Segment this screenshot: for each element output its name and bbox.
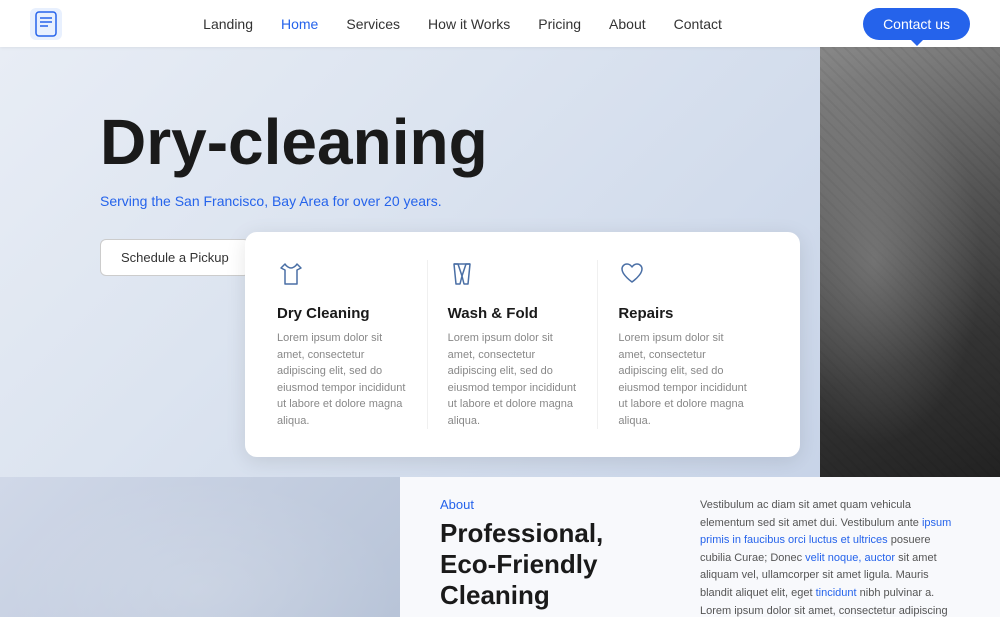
service-wash-fold-title: Wash & Fold (448, 305, 578, 322)
logo (30, 8, 62, 40)
nav-how-it-works[interactable]: How it Works (428, 16, 510, 32)
about-section: About Professional,Eco-FriendlyCleaning … (0, 477, 1000, 617)
schedule-pickup-button[interactable]: Schedule a Pickup (100, 239, 250, 276)
service-repairs: Repairs Lorem ipsum dolor sit amet, cons… (597, 260, 768, 429)
service-dry-cleaning-title: Dry Cleaning (277, 305, 407, 322)
about-paragraph-1: Vestibulum ac diam sit amet quam vehicul… (700, 497, 960, 617)
hero-title: Dry-cleaning (100, 107, 1000, 177)
nav-home[interactable]: Home (281, 16, 318, 32)
about-left-column: About Professional,Eco-FriendlyCleaning (440, 497, 640, 612)
services-card: Dry Cleaning Lorem ipsum dolor sit amet,… (245, 232, 800, 457)
navbar: Landing Home Services How it Works Prici… (0, 0, 1000, 47)
nav-links: Landing Home Services How it Works Prici… (203, 16, 722, 32)
service-repairs-desc: Lorem ipsum dolor sit amet, consectetur … (618, 330, 748, 429)
nav-services[interactable]: Services (346, 16, 400, 32)
nav-landing[interactable]: Landing (203, 16, 253, 32)
hero-subtitle: Serving the San Francisco, Bay Area for … (100, 193, 1000, 209)
service-dry-cleaning-desc: Lorem ipsum dolor sit amet, consectetur … (277, 330, 407, 429)
service-wash-fold-desc: Lorem ipsum dolor sit amet, consectetur … (448, 330, 578, 429)
shirt-icon (277, 260, 407, 293)
nav-contact[interactable]: Contact (674, 16, 722, 32)
about-title: Professional,Eco-FriendlyCleaning (440, 518, 640, 612)
nav-about[interactable]: About (609, 16, 646, 32)
service-dry-cleaning: Dry Cleaning Lorem ipsum dolor sit amet,… (277, 260, 427, 429)
about-tag: About (440, 497, 640, 512)
about-right-column: Vestibulum ac diam sit amet quam vehicul… (700, 497, 960, 617)
about-content: About Professional,Eco-FriendlyCleaning … (400, 477, 1000, 617)
service-wash-fold: Wash & Fold Lorem ipsum dolor sit amet, … (427, 260, 598, 429)
about-highlight-2: velit noque, auctor (805, 552, 895, 564)
about-highlight-3: tincidunt (816, 587, 857, 599)
hero-section: Dry-cleaning Serving the San Francisco, … (0, 47, 1000, 477)
logo-icon (30, 8, 62, 40)
contact-button[interactable]: Contact us (863, 8, 970, 40)
about-highlight-1: ipsum primis in faucibus orci luctus et … (700, 517, 951, 547)
nav-pricing[interactable]: Pricing (538, 16, 581, 32)
about-background-image (0, 477, 400, 617)
heart-icon (618, 260, 748, 293)
service-repairs-title: Repairs (618, 305, 748, 322)
pants-icon (448, 260, 578, 293)
